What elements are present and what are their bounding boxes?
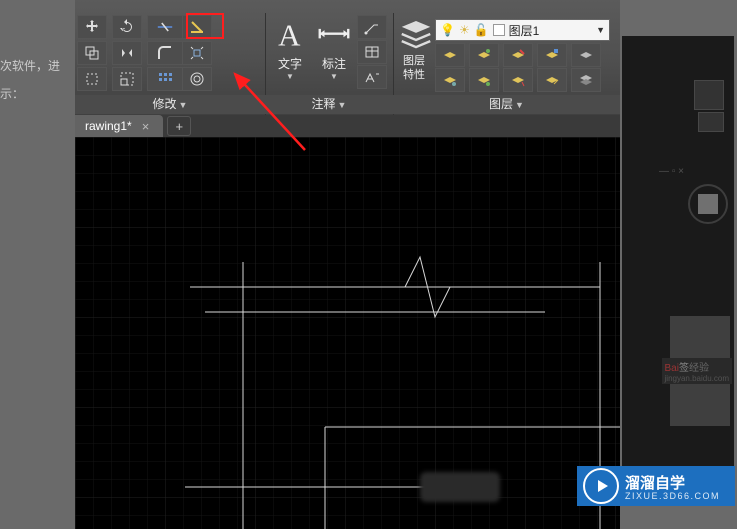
panel-annotate: A 文字 ▼ 标注 ▼ 注释▼ bbox=[265, 13, 394, 115]
offset-button[interactable] bbox=[182, 67, 212, 91]
panel-modify: 修改▼ bbox=[75, 13, 266, 115]
table-button[interactable] bbox=[357, 40, 387, 64]
layer-tool-3[interactable] bbox=[503, 43, 533, 67]
stretch-button[interactable] bbox=[77, 67, 107, 91]
lock-icon: 🔓 bbox=[474, 23, 489, 37]
layer-tool-10[interactable] bbox=[571, 68, 601, 92]
liuliu-brand-badge[interactable]: 溜溜自学 ZIXUE.3D66.COM bbox=[577, 466, 735, 506]
panel-title-annotate[interactable]: 注释▼ bbox=[265, 95, 393, 114]
menu-strip bbox=[75, 0, 620, 13]
canvas-svg bbox=[75, 137, 620, 529]
mirror-button[interactable] bbox=[112, 41, 142, 65]
ribbon: 修改▼ A 文字 ▼ 标注 ▼ 注释▼ bbox=[75, 0, 620, 116]
text-button[interactable]: A 文字 ▼ bbox=[269, 19, 311, 81]
tab-add-button[interactable]: + bbox=[167, 116, 191, 136]
article-text-1: 次软件，进 bbox=[0, 57, 60, 74]
move-icon[interactable] bbox=[77, 15, 107, 39]
viewcube bbox=[688, 184, 728, 224]
svg-text:A: A bbox=[278, 18, 301, 53]
play-icon bbox=[583, 468, 619, 504]
tab-label: rawing1* bbox=[85, 119, 132, 133]
dimension-icon bbox=[315, 19, 353, 53]
text-icon: A bbox=[271, 19, 309, 53]
panel-layers: 图层 特性 💡 ☀ 🔓 图层1 ▼ bbox=[393, 13, 620, 115]
cad-screenshot-main: 修改▼ A 文字 ▼ 标注 ▼ 注释▼ bbox=[75, 0, 620, 529]
layer-dropdown[interactable]: 💡 ☀ 🔓 图层1 ▼ bbox=[435, 19, 610, 41]
layer-tool-7[interactable] bbox=[469, 68, 499, 92]
secondary-screenshot: — ▫ × Bai签经验 jingyan.baidu.com bbox=[622, 36, 734, 486]
palette-icon bbox=[694, 80, 724, 110]
array-button[interactable] bbox=[147, 67, 183, 91]
close-icon[interactable]: × bbox=[142, 120, 150, 133]
dimension-button[interactable]: 标注 ▼ bbox=[313, 19, 355, 81]
palette-icon-2 bbox=[698, 112, 724, 132]
leader-button[interactable] bbox=[357, 15, 387, 39]
layer-tool-5[interactable] bbox=[571, 43, 601, 67]
layer-tool-1[interactable] bbox=[435, 43, 465, 67]
copy-button[interactable] bbox=[77, 41, 107, 65]
trim-button[interactable] bbox=[147, 15, 183, 39]
layer-properties-button[interactable]: 图层 特性 bbox=[397, 17, 431, 79]
color-swatch bbox=[493, 24, 505, 36]
redacted-watermark bbox=[420, 472, 500, 502]
layer-tool-9[interactable] bbox=[537, 68, 567, 92]
chevron-down-icon: ▼ bbox=[596, 25, 605, 35]
rotate-icon[interactable] bbox=[112, 15, 142, 39]
layer-properties-icon bbox=[397, 17, 435, 51]
panel-title-modify[interactable]: 修改▼ bbox=[75, 95, 265, 114]
annot-more-button[interactable] bbox=[357, 65, 387, 89]
layer-tool-2[interactable] bbox=[469, 43, 499, 67]
tab-drawing1[interactable]: rawing1* × bbox=[75, 115, 163, 137]
brand-title: 溜溜自学 bbox=[625, 475, 685, 492]
explode-button[interactable] bbox=[182, 41, 212, 65]
drawing-canvas[interactable] bbox=[75, 137, 620, 529]
lightbulb-icon: 💡 bbox=[440, 23, 455, 37]
scale-button[interactable] bbox=[112, 67, 142, 91]
tab-bar: rawing1* × + bbox=[75, 115, 620, 138]
brand-subtitle: ZIXUE.3D66.COM bbox=[625, 491, 720, 501]
baidu-watermark: Bai签经验 jingyan.baidu.com bbox=[662, 358, 732, 384]
layer-tool-6[interactable] bbox=[435, 68, 465, 92]
layer-tool-8[interactable] bbox=[503, 68, 533, 92]
layer-name: 图层1 bbox=[509, 22, 540, 39]
article-text-2: 示： bbox=[0, 85, 24, 102]
sun-icon: ☀ bbox=[459, 23, 470, 37]
fillet-button[interactable] bbox=[147, 41, 183, 65]
layer-tool-4[interactable] bbox=[537, 43, 567, 67]
highlight-rectangle bbox=[186, 13, 224, 39]
panel-title-layers[interactable]: 图层▼ bbox=[393, 95, 620, 114]
